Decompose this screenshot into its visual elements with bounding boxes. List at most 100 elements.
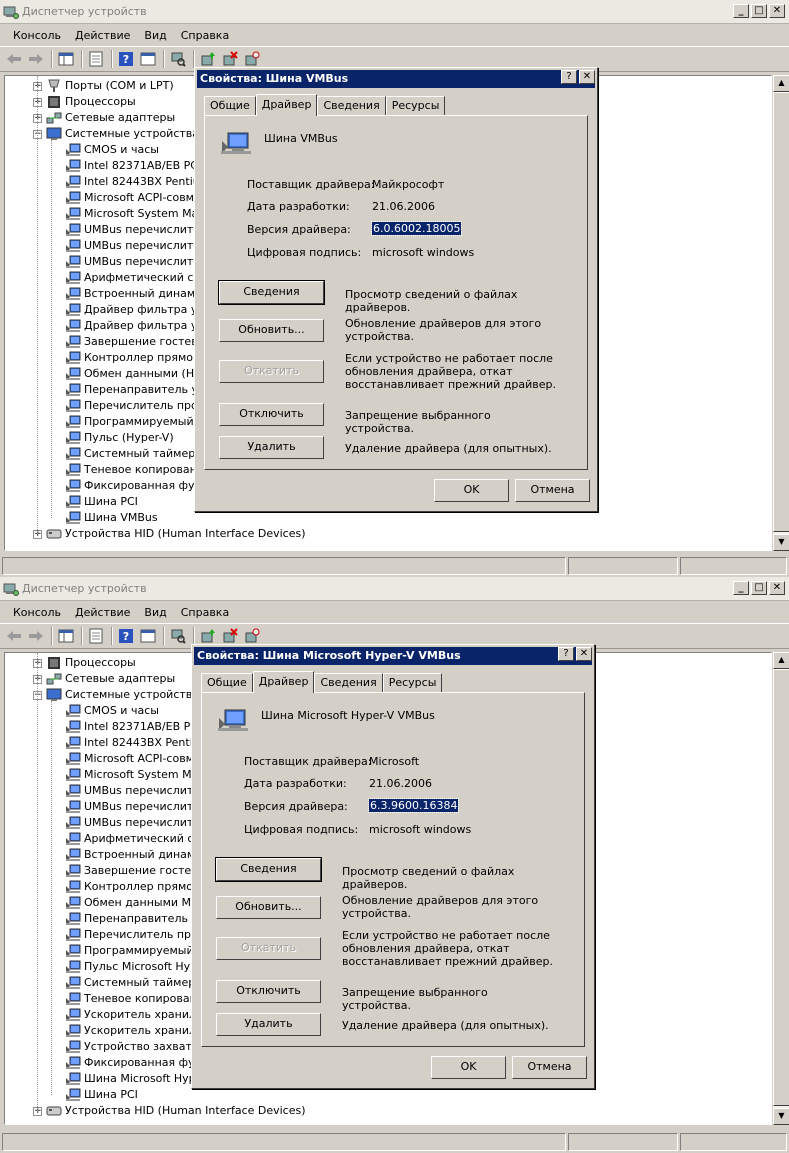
title-bar[interactable]: Диспетчер устройств _ □ ✕ bbox=[0, 0, 789, 24]
minimize-button[interactable]: _ bbox=[733, 4, 749, 18]
update-driver-button[interactable]: Обновить... bbox=[219, 319, 324, 342]
forward-button[interactable] bbox=[26, 626, 46, 646]
scan-hardware-button[interactable] bbox=[168, 49, 188, 69]
tree-item[interactable]: Перенаправитель уст bbox=[65, 382, 210, 398]
view-button[interactable] bbox=[138, 626, 158, 646]
tree-item[interactable]: Intel 82443BX Pentium bbox=[65, 174, 210, 190]
tab-general[interactable]: Общие bbox=[204, 96, 256, 115]
tree-item[interactable]: + Порты (COM и LPT) bbox=[33, 78, 174, 94]
tree-item[interactable]: Перенаправитель уст bbox=[65, 911, 210, 927]
tab-resources[interactable]: Ресурсы bbox=[385, 96, 446, 115]
dialog-close-button[interactable]: ✕ bbox=[576, 647, 592, 661]
version-value[interactable]: 6.0.6002.18005 bbox=[370, 221, 463, 236]
scroll-up-button[interactable]: ▲ bbox=[773, 652, 789, 669]
scroll-down-button[interactable]: ▼ bbox=[773, 1108, 789, 1125]
date-value[interactable]: 21.06.2006 bbox=[369, 777, 432, 790]
menu-action[interactable]: Действие bbox=[68, 606, 137, 619]
back-button[interactable] bbox=[4, 49, 24, 69]
tree-item[interactable]: Программируемый ко bbox=[65, 943, 211, 959]
menu-view[interactable]: Вид bbox=[137, 606, 173, 619]
tree-item[interactable]: Ускоритель хранили bbox=[65, 1007, 203, 1023]
menu-help[interactable]: Справка bbox=[174, 29, 236, 42]
update-driver-button[interactable] bbox=[198, 626, 218, 646]
tree-item[interactable]: Фиксированная функ bbox=[65, 478, 208, 494]
properties-button[interactable] bbox=[86, 626, 106, 646]
disable-button[interactable] bbox=[242, 49, 262, 69]
show-hide-tree-button[interactable] bbox=[56, 49, 76, 69]
tree-item[interactable]: Обмен данными (Hype bbox=[65, 366, 214, 382]
tree-item[interactable]: Intel 82371AB/EB PCI - bbox=[65, 158, 209, 174]
disable-button[interactable] bbox=[242, 626, 262, 646]
tree-item[interactable]: Пульс (Hyper-V) bbox=[65, 430, 174, 446]
tree-item[interactable]: Intel 82371AB/EB PCI - bbox=[65, 719, 209, 735]
tree-item[interactable]: Теневое копирование bbox=[65, 991, 211, 1007]
tree-item[interactable]: − Системные устройства bbox=[33, 126, 199, 142]
tab-driver[interactable]: Драйвер bbox=[255, 94, 318, 116]
disable-button[interactable]: Отключить bbox=[219, 403, 324, 426]
update-driver-button[interactable] bbox=[198, 49, 218, 69]
tree-item[interactable]: Microsoft ACPI-совмес bbox=[65, 751, 207, 767]
tree-item[interactable]: Перечислитель прогр bbox=[65, 927, 211, 943]
tree-item[interactable]: Программируемый ко bbox=[65, 414, 211, 430]
tree-item[interactable]: UMBus перечислитель bbox=[65, 238, 214, 254]
uninstall-button[interactable] bbox=[220, 626, 240, 646]
dialog-title[interactable]: Свойства: Шина Microsoft Hyper-V VMBus bbox=[194, 647, 592, 665]
tree-item[interactable]: + Процессоры bbox=[33, 655, 136, 671]
cancel-button[interactable]: Отмена bbox=[515, 479, 590, 502]
menu-view[interactable]: Вид bbox=[137, 29, 173, 42]
tree-item[interactable]: Шина PCI bbox=[65, 494, 138, 510]
tree-item[interactable]: Арифметический сопр bbox=[65, 270, 214, 286]
tab-details[interactable]: Сведения bbox=[314, 673, 383, 692]
tree-item[interactable]: Ускоритель хранили bbox=[65, 1023, 203, 1039]
tab-resources[interactable]: Ресурсы bbox=[382, 673, 443, 692]
tree-item[interactable]: − Системные устройства bbox=[33, 687, 199, 703]
cancel-button[interactable]: Отмена bbox=[512, 1056, 587, 1079]
tree-item[interactable]: + Сетевые адаптеры bbox=[33, 110, 175, 126]
scroll-down-button[interactable]: ▼ bbox=[773, 534, 789, 551]
scroll-thumb[interactable] bbox=[773, 92, 789, 532]
properties-button[interactable] bbox=[86, 49, 106, 69]
provider-value[interactable]: Майкрософт bbox=[372, 178, 444, 191]
close-button[interactable]: ✕ bbox=[769, 4, 785, 18]
update-driver-button[interactable]: Обновить... bbox=[216, 896, 321, 919]
tree-item[interactable]: Шина VMBus bbox=[65, 510, 158, 526]
tree-item[interactable]: Завершение гостевой bbox=[65, 863, 212, 879]
tree-item[interactable]: + Устройства HID (Human Interface Devices… bbox=[33, 1103, 306, 1119]
vertical-scrollbar[interactable]: ▲ ▼ bbox=[772, 75, 789, 551]
maximize-button[interactable]: □ bbox=[751, 581, 767, 595]
dialog-help-button[interactable]: ? bbox=[558, 647, 574, 661]
help-button[interactable]: ? bbox=[116, 626, 136, 646]
minimize-button[interactable]: _ bbox=[733, 581, 749, 595]
back-button[interactable] bbox=[4, 626, 24, 646]
tree-item[interactable]: Контроллер прямого bbox=[65, 879, 206, 895]
tree-item[interactable]: Пульс Microsoft Hyper bbox=[65, 959, 208, 975]
tab-driver[interactable]: Драйвер bbox=[252, 671, 315, 693]
help-button[interactable]: ? bbox=[116, 49, 136, 69]
tree-item[interactable]: Встроенный динамик bbox=[65, 847, 209, 863]
tree-item[interactable]: Microsoft ACPI-совмес bbox=[65, 190, 207, 206]
tree-item[interactable]: Драйвер фильтра уск bbox=[65, 302, 210, 318]
tree-item[interactable]: Встроенный динамик bbox=[65, 286, 209, 302]
tree-item[interactable]: Фиксированная функ bbox=[65, 1055, 208, 1071]
view-button[interactable] bbox=[138, 49, 158, 69]
title-bar[interactable]: Диспетчер устройств _ □ ✕ bbox=[0, 577, 789, 601]
driver-details-button[interactable]: Сведения bbox=[215, 857, 322, 882]
version-value[interactable]: 6.3.9600.16384 bbox=[367, 798, 460, 813]
tree-item[interactable]: Устройство захвата S bbox=[65, 1039, 209, 1055]
menu-help[interactable]: Справка bbox=[174, 606, 236, 619]
tree-item[interactable]: Шина PCI bbox=[65, 1087, 138, 1103]
tab-general[interactable]: Общие bbox=[201, 673, 253, 692]
maximize-button[interactable]: □ bbox=[751, 4, 767, 18]
scroll-thumb[interactable] bbox=[773, 669, 789, 1106]
scan-hardware-button[interactable] bbox=[168, 626, 188, 646]
tree-item[interactable]: CMOS и часы bbox=[65, 142, 159, 158]
tree-item[interactable]: UMBus перечислитель bbox=[65, 222, 214, 238]
uninstall-button[interactable]: Удалить bbox=[219, 436, 324, 459]
tree-item[interactable]: + Сетевые адаптеры bbox=[33, 671, 175, 687]
tree-item[interactable]: UMBus перечислитель bbox=[65, 254, 214, 270]
dialog-title[interactable]: Свойства: Шина VMBus bbox=[197, 70, 595, 88]
tree-item[interactable]: Драйвер фильтра уск bbox=[65, 318, 210, 334]
close-button[interactable]: ✕ bbox=[769, 581, 785, 595]
tree-item[interactable]: CMOS и часы bbox=[65, 703, 159, 719]
tree-item[interactable]: Контроллер прямого bbox=[65, 350, 206, 366]
